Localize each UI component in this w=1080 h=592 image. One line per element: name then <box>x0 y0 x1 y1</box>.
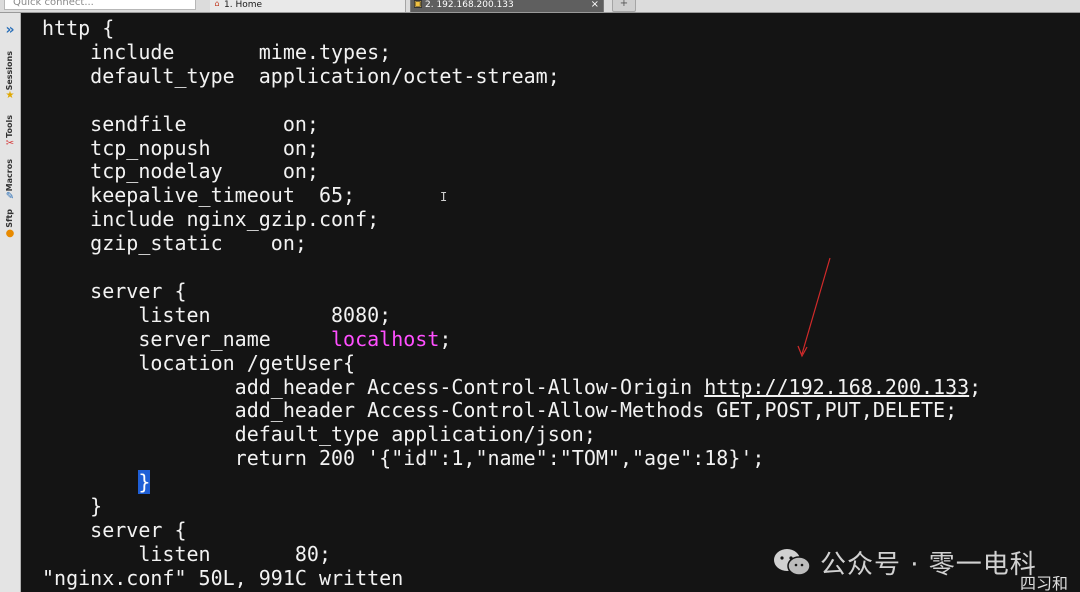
tools-icon: ✂ <box>5 137 15 149</box>
terminal-line: add_header Access-Control-Allow-Methods … <box>42 398 957 422</box>
terminal-line: default_type application/json; <box>42 422 596 446</box>
terminal-line-text: } <box>42 494 103 518</box>
terminal-line-text: server { <box>42 517 187 542</box>
terminal-line-text <box>42 470 138 494</box>
terminal-line-text: gzip_static on; <box>42 231 307 256</box>
sidebar-item-label: Sessions <box>5 51 14 91</box>
terminal-line-text: include nginx_gzip.conf; <box>42 207 380 232</box>
wechat-icon <box>774 549 811 576</box>
terminal-line: "nginx.conf" 50L, 991C written <box>42 566 403 590</box>
terminal-line-text: listen 80; <box>42 541 331 566</box>
terminal-line-text: ; <box>969 374 982 399</box>
terminal-line: } <box>42 494 102 518</box>
terminal-line: server { <box>42 517 187 542</box>
terminal-line: listen 8080; <box>42 303 391 327</box>
terminal-line-text: return 200 '{"id":1,"name":"TOM","age":1… <box>42 446 765 471</box>
tab-ssh-label: 2. 192.168.200.133 <box>425 0 514 10</box>
quick-connect-input[interactable]: Quick connect... <box>4 0 196 10</box>
terminal-line-text: sendfile on; <box>42 111 319 136</box>
tab-home-label: 1. Home <box>224 0 263 10</box>
close-icon[interactable]: × <box>591 0 599 12</box>
url-link[interactable]: http://192.168.200.133 <box>704 375 969 399</box>
tab-bar: Quick connect... ⌂ 1. Home ▣ 2. 192.168.… <box>0 0 1080 13</box>
watermark: 公众号 · 零一电科 <box>772 542 1037 582</box>
syntax-highlight-text: localhost <box>330 326 440 351</box>
sidebar-item-sessions[interactable]: Sessions ★ <box>0 51 20 102</box>
terminal-line: include mime.types; <box>42 40 391 64</box>
sidebar-item-label: Tools <box>5 115 14 138</box>
terminal-line-text: default_type application/json; <box>42 422 596 447</box>
terminal-line: server { <box>42 278 187 303</box>
watermark-text: 公众号 · 零一电科 <box>820 549 1037 580</box>
sftp-icon: ● <box>5 227 15 239</box>
sidebar-item-tools[interactable]: Tools ✂ <box>0 115 20 150</box>
terminal-line: } <box>42 470 151 495</box>
terminal-line: tcp_nodelay on; <box>42 159 319 183</box>
star-icon: ★ <box>5 90 15 102</box>
terminal-line: location /getUser{ <box>42 351 355 375</box>
terminal-line-text: default_type application/octet-stream; <box>42 63 560 88</box>
terminal-line: tcp_nopush on; <box>42 136 319 160</box>
editor-cursor: } <box>138 470 151 495</box>
terminal-line: default_type application/octet-stream; <box>42 64 560 88</box>
terminal-line: keepalive_timeout 65; <box>42 183 355 207</box>
terminal-line-text: server_name <box>42 326 331 351</box>
tab-home[interactable]: ⌂ 1. Home <box>210 0 406 12</box>
terminal-line-text: keepalive_timeout 65; <box>42 183 356 208</box>
terminal-line-text: ; <box>439 326 452 351</box>
macro-icon: ✎ <box>5 191 15 203</box>
terminal-line: sendfile on; <box>42 112 319 136</box>
terminal-line-text: http { <box>42 16 115 40</box>
terminal-line-text: listen 8080; <box>42 302 392 327</box>
sidebar-item-sftp[interactable]: Sftp ● <box>0 209 20 240</box>
terminal-line: listen 80; <box>42 542 331 566</box>
terminal-line-text: location /getUser{ <box>42 350 356 375</box>
terminal-line-text: add_header Access-Control-Allow-Origin <box>42 374 705 399</box>
sidebar-item-label: Sftp <box>5 209 14 228</box>
terminal-pane[interactable]: I 公众号 · 零一电科 http { include mime.types; … <box>22 14 1080 592</box>
terminal-line: include nginx_gzip.conf; <box>42 207 379 231</box>
terminal-line-text: include mime.types; <box>42 39 392 64</box>
terminal-line: add_header Access-Control-Allow-Origin h… <box>42 374 982 399</box>
terminal-line-text: tcp_nopush on; <box>42 135 319 160</box>
terminal-line-text: add_header Access-Control-Allow-Methods … <box>42 398 958 423</box>
app-window: Quick connect... ⌂ 1. Home ▣ 2. 192.168.… <box>0 0 1080 592</box>
terminal-line-text: tcp_nodelay on; <box>42 159 319 184</box>
terminal-line: server_name localhost; <box>42 327 451 351</box>
corner-watermark-fragment: 四习和 <box>1020 576 1069 592</box>
terminal-line-text: "nginx.conf" 50L, 991C written <box>42 565 404 590</box>
sidebar-item-label: Macros <box>5 159 14 192</box>
sidebar-expand-icon[interactable]: » <box>3 23 17 37</box>
sidebar-item-macros[interactable]: Macros ✎ <box>0 159 20 203</box>
home-icon: ⌂ <box>214 0 220 8</box>
text-cursor-icon: I <box>440 190 448 204</box>
tab-ssh-session[interactable]: ▣ 2. 192.168.200.133 × <box>410 0 604 12</box>
terminal-line: gzip_static on; <box>42 231 307 255</box>
terminal-line: return 200 '{"id":1,"name":"TOM","age":1… <box>42 446 765 471</box>
red-arrow-annotation <box>797 257 831 358</box>
new-tab-button[interactable]: + <box>612 0 636 12</box>
terminal-line-text: server { <box>42 278 187 303</box>
terminal-icon: ▣ <box>414 0 422 8</box>
terminal-line: http { <box>42 16 114 40</box>
sidebar: » Sessions ★ Tools ✂ Macros ✎ Sftp ● <box>0 13 21 592</box>
